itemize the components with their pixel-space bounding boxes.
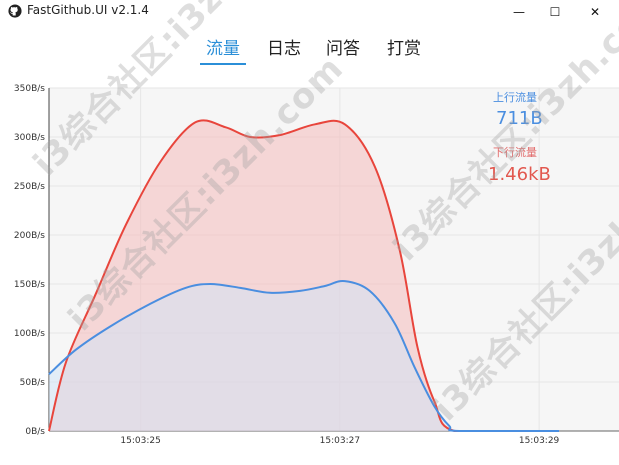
y-tick-label: 50B/s xyxy=(20,378,46,388)
tab-bar: 流量 日志 问答 打赏 xyxy=(0,34,619,68)
x-tick-label: 15:03:29 xyxy=(519,436,560,446)
tab-logs[interactable]: 日志 xyxy=(267,34,301,59)
active-tab-indicator xyxy=(200,63,246,65)
window-title: FastGithub.UI v2.1.4 xyxy=(27,3,149,17)
tab-donate[interactable]: 打赏 xyxy=(387,34,421,59)
tab-faq[interactable]: 问答 xyxy=(326,34,360,59)
download-value: 1.46kB xyxy=(488,164,551,185)
app-github-icon xyxy=(8,4,22,18)
close-button[interactable]: ✕ xyxy=(575,0,615,24)
minimize-icon: — xyxy=(513,5,525,19)
title-bar: FastGithub.UI v2.1.4 — ☐ ✕ xyxy=(0,0,619,26)
y-tick-label: 350B/s xyxy=(14,84,45,94)
x-tick-label: 15:03:27 xyxy=(320,436,360,446)
upload-value: 711B xyxy=(496,108,543,129)
minimize-button[interactable]: — xyxy=(499,0,539,24)
upload-label: 上行流量 xyxy=(493,91,537,104)
y-tick-label: 150B/s xyxy=(14,280,45,290)
x-tick-label: 15:03:25 xyxy=(120,436,160,446)
close-icon: ✕ xyxy=(589,5,601,19)
tab-traffic[interactable]: 流量 xyxy=(206,34,240,59)
y-tick-label: 200B/s xyxy=(14,231,45,241)
download-label: 下行流量 xyxy=(493,146,537,159)
y-tick-label: 100B/s xyxy=(14,329,45,339)
maximize-button[interactable]: ☐ xyxy=(535,0,575,24)
y-tick-label: 300B/s xyxy=(14,133,45,143)
maximize-icon: ☐ xyxy=(549,5,561,19)
y-tick-label: 0B/s xyxy=(25,427,45,437)
y-tick-label: 250B/s xyxy=(14,182,45,192)
